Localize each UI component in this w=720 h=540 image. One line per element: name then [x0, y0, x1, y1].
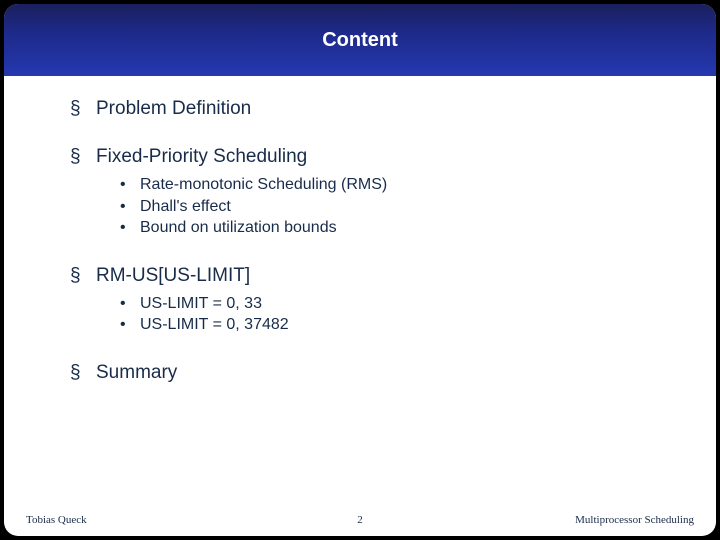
- list-item: Problem Definition: [70, 98, 696, 120]
- footer-author: Tobias Queck: [26, 514, 87, 526]
- footer-page-number: 2: [357, 514, 363, 526]
- item-label: RM-US[US-LIMIT]: [96, 265, 250, 286]
- item-label: US-LIMIT = 0, 37482: [140, 316, 289, 333]
- list-item: RM-US[US-LIMIT] US-LIMIT = 0, 33 US-LIMI…: [70, 265, 696, 336]
- item-label: Dhall's effect: [140, 198, 231, 215]
- item-label: Rate-monotonic Scheduling (RMS): [140, 176, 387, 193]
- list-item: US-LIMIT = 0, 33: [120, 293, 696, 315]
- slide-body: Problem Definition Fixed-Priority Schedu…: [4, 76, 716, 384]
- outline-list: Problem Definition Fixed-Priority Schedu…: [70, 98, 696, 384]
- list-item: Fixed-Priority Scheduling Rate-monotonic…: [70, 146, 696, 239]
- item-label: Fixed-Priority Scheduling: [96, 146, 307, 167]
- footer-topic: Multiprocessor Scheduling: [575, 514, 694, 526]
- item-label: US-LIMIT = 0, 33: [140, 295, 262, 312]
- list-item: Summary: [70, 362, 696, 384]
- item-label: Problem Definition: [96, 98, 251, 119]
- sublist: Rate-monotonic Scheduling (RMS) Dhall's …: [120, 174, 696, 239]
- slide-footer: Tobias Queck 2 Multiprocessor Scheduling: [4, 514, 716, 526]
- list-item: Bound on utilization bounds: [120, 217, 696, 239]
- slide: Content Problem Definition Fixed-Priorit…: [4, 4, 716, 536]
- list-item: US-LIMIT = 0, 37482: [120, 314, 696, 336]
- list-item: Rate-monotonic Scheduling (RMS): [120, 174, 696, 196]
- sublist: US-LIMIT = 0, 33 US-LIMIT = 0, 37482: [120, 293, 696, 336]
- item-label: Bound on utilization bounds: [140, 219, 337, 236]
- list-item: Dhall's effect: [120, 196, 696, 218]
- item-label: Summary: [96, 362, 177, 383]
- slide-title: Content: [322, 29, 398, 52]
- slide-header: Content: [4, 4, 716, 76]
